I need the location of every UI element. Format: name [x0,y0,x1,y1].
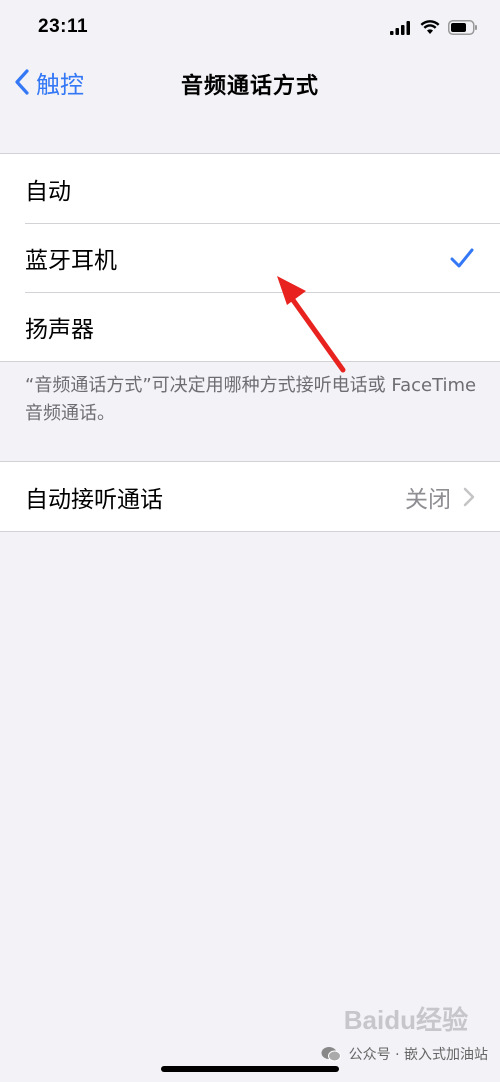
option-bluetooth-headset[interactable]: 蓝牙耳机 [0,223,500,292]
chevron-right-icon [463,487,475,506]
battery-icon [448,20,477,35]
auto-answer-row[interactable]: 自动接听通话 关闭 [0,462,500,531]
wifi-icon [420,20,440,34]
status-icons [390,20,478,35]
auto-answer-label: 自动接听通话 [25,486,163,513]
option-speaker[interactable]: 扬声器 [0,292,500,361]
option-label: 扬声器 [25,316,94,343]
auto-answer-value: 关闭 [405,486,451,513]
option-label: 自动 [25,178,71,205]
status-time: 23:11 [38,16,89,37]
option-label: 蓝牙耳机 [25,247,117,274]
option-auto[interactable]: 自动 [0,154,500,223]
watermark-text: 公众号 · 嵌入式加油站 [348,1047,488,1063]
audio-route-options: 自动 蓝牙耳机 扬声器 [0,153,500,362]
auto-answer-group: 自动接听通话 关闭 [0,461,500,532]
checkmark-icon [450,248,474,267]
baidu-watermark: Baidu经验 [343,1005,468,1035]
footer-note: “音频通话方式”可决定用哪种方式接听电话或 FaceTime 音频通话。 [25,375,477,424]
navigation-bar: 触控 音频通话方式 [0,60,500,104]
cellular-signal-icon [390,20,410,35]
home-indicator[interactable] [161,1066,339,1072]
wechat-icon [321,1047,341,1062]
page-title: 音频通话方式 [180,74,319,99]
status-bar: 23:11 [0,0,500,60]
source-watermark: 公众号 · 嵌入式加油站 [321,1044,488,1064]
